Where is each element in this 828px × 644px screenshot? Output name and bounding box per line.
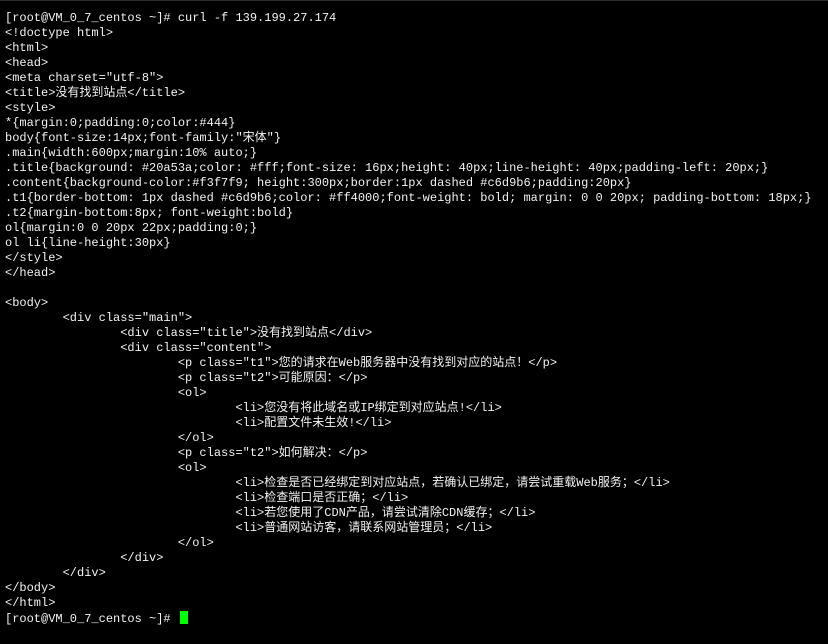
- terminal-line: <p class="t2">可能原因：</p>: [5, 371, 368, 385]
- terminal-window[interactable]: [root@VM_0_7_centos ~]# curl -f 139.199.…: [0, 0, 828, 644]
- terminal-line: <style>: [5, 101, 56, 115]
- terminal-line: <head>: [5, 56, 49, 70]
- terminal-line: </ol>: [5, 431, 214, 445]
- terminal-line: <li>检查是否已经绑定到对应站点，若确认已绑定，请尝试重载Web服务；</li…: [5, 476, 670, 490]
- terminal-output[interactable]: [root@VM_0_7_centos ~]# curl -f 139.199.…: [5, 11, 820, 634]
- terminal-line: <div class="main">: [5, 311, 193, 325]
- terminal-line: ol li{line-height:30px}: [5, 236, 171, 250]
- terminal-line: *{margin:0;padding:0;color:#444}: [5, 116, 236, 130]
- terminal-line: </style>: [5, 251, 63, 265]
- terminal-line: <li>您没有将此域名或IP绑定到对应站点!</li>: [5, 401, 502, 415]
- terminal-line: [root@VM_0_7_centos ~]# curl -f 139.199.…: [5, 11, 337, 25]
- terminal-prompt-line[interactable]: [root@VM_0_7_centos ~]#: [5, 611, 820, 626]
- terminal-line: <body>: [5, 296, 49, 310]
- terminal-line: <li>检查端口是否正确；</li>: [5, 491, 409, 505]
- terminal-line: .t1{border-bottom: 1px dashed #c6d9b6;co…: [5, 191, 812, 205]
- terminal-line: .title{background: #20a53a;color: #fff;f…: [5, 161, 769, 175]
- terminal-line: .t2{margin-bottom:8px; font-weight:bold}: [5, 206, 294, 220]
- terminal-line: <li>普通网站访客，请联系网站管理员；</li>: [5, 521, 493, 535]
- shell-prompt: [root@VM_0_7_centos ~]#: [5, 612, 178, 626]
- terminal-line: <!doctype html>: [5, 26, 114, 40]
- terminal-line: <p class="t1">您的请求在Web服务器中没有找到对应的站点！</p>: [5, 356, 558, 370]
- terminal-line: <ol>: [5, 386, 207, 400]
- terminal-line: ol{margin:0 0 20px 22px;padding:0;}: [5, 221, 258, 235]
- terminal-line: <ol>: [5, 461, 207, 475]
- terminal-line: <div class="title">没有找到站点</div>: [5, 326, 373, 340]
- terminal-line: .main{width:600px;margin:10% auto;}: [5, 146, 258, 160]
- terminal-line: <li>配置文件未生效!</li>: [5, 416, 392, 430]
- terminal-line: <div class="content">: [5, 341, 272, 355]
- terminal-line: </body>: [5, 581, 56, 595]
- terminal-line: </head>: [5, 266, 56, 280]
- terminal-line: <p class="t2">如何解决：</p>: [5, 446, 368, 460]
- terminal-line: <html>: [5, 41, 49, 55]
- terminal-line: <meta charset="utf-8">: [5, 71, 164, 85]
- text-cursor: [179, 611, 188, 624]
- terminal-line: </div>: [5, 551, 164, 565]
- terminal-line: .content{background-color:#f3f7f9; heigh…: [5, 176, 632, 190]
- terminal-line: </div>: [5, 566, 106, 580]
- terminal-line: <title>没有找到站点</title>: [5, 86, 186, 100]
- terminal-line: body{font-size:14px;font-family:"宋体"}: [5, 131, 282, 145]
- terminal-line: </html>: [5, 596, 56, 610]
- terminal-line: <li>若您使用了CDN产品，请尝试清除CDN缓存；</li>: [5, 506, 536, 520]
- terminal-line: </ol>: [5, 536, 214, 550]
